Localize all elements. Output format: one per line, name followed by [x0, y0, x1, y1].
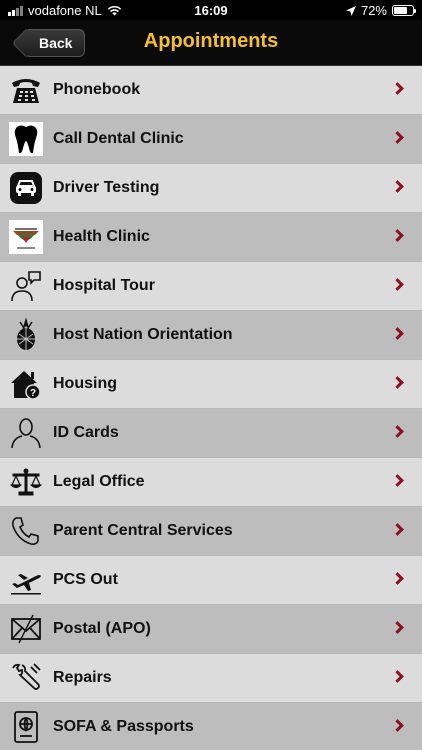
status-bar: vodafone NL 16:09 72%: [0, 0, 422, 20]
list-item-pcs-out[interactable]: PCS Out: [0, 556, 422, 605]
page-title: Appointments: [143, 30, 279, 52]
list-item-label: ID Cards: [53, 424, 119, 441]
scales-icon: [8, 464, 44, 500]
list-item-postal-apo[interactable]: Postal (APO): [0, 605, 422, 654]
chevron-right-icon: [391, 425, 404, 438]
list-item-label: Parent Central Services: [53, 522, 233, 539]
chevron-right-icon: [391, 278, 404, 291]
status-right: 72%: [345, 3, 416, 18]
chevron-right-icon: [391, 131, 404, 144]
car-icon: [8, 170, 44, 206]
chevron-right-icon: [391, 327, 404, 340]
phone-handset-icon: [8, 513, 44, 549]
person-outline-icon: [8, 415, 44, 451]
battery-fill: [394, 7, 407, 14]
location-arrow-icon: [345, 5, 356, 16]
tooth-icon: [8, 121, 44, 157]
list-item-id-cards[interactable]: ID Cards: [0, 409, 422, 458]
list-item-driver-testing[interactable]: Driver Testing: [0, 164, 422, 213]
chevron-right-icon: [391, 670, 404, 683]
chevron-right-icon: [391, 376, 404, 389]
list-item-housing[interactable]: ? Housing: [0, 360, 422, 409]
list-item-label: Phonebook: [53, 81, 141, 98]
list-item-call-dental-clinic[interactable]: Call Dental Clinic: [0, 115, 422, 164]
wrench-icon: [8, 660, 44, 696]
list-item-label: Housing: [53, 375, 117, 392]
list-item-phonebook[interactable]: Phonebook: [0, 66, 422, 115]
list-item-label: Repairs: [53, 669, 112, 686]
chevron-right-icon: [391, 719, 404, 732]
person-speech-icon: [8, 268, 44, 304]
list-item-host-nation-orientation[interactable]: Host Nation Orientation: [0, 311, 422, 360]
appointments-list: Phonebook Call Dental Clinic Driver Test…: [0, 66, 422, 750]
list-item-label: Legal Office: [53, 473, 145, 490]
chevron-right-icon: [391, 523, 404, 536]
passport-icon: [8, 709, 44, 745]
list-item-label: Postal (APO): [53, 620, 151, 637]
list-item-hospital-tour[interactable]: Hospital Tour: [0, 262, 422, 311]
chevron-right-icon: [391, 82, 404, 95]
chevron-right-icon: [391, 180, 404, 193]
list-item-health-clinic[interactable]: Health Clinic: [0, 213, 422, 262]
chevron-right-icon: [391, 229, 404, 242]
list-item-label: PCS Out: [53, 571, 118, 588]
navigation-bar: Back Appointments: [0, 20, 422, 66]
airplane-icon: [8, 562, 44, 598]
battery-icon: [392, 5, 416, 16]
list-item-label: Host Nation Orientation: [53, 326, 233, 343]
list-item-legal-office[interactable]: Legal Office: [0, 458, 422, 507]
envelope-icon: [8, 611, 44, 647]
svg-text:?: ?: [30, 388, 36, 399]
list-item-parent-central-services[interactable]: Parent Central Services: [0, 507, 422, 556]
telephone-icon: [8, 72, 44, 108]
list-item-label: SOFA & Passports: [53, 718, 194, 735]
chevron-right-icon: [391, 621, 404, 634]
list-item-sofa-passports[interactable]: SOFA & Passports: [0, 703, 422, 750]
list-item-label: Call Dental Clinic: [53, 130, 184, 147]
list-item-label: Hospital Tour: [53, 277, 155, 294]
list-item-repairs[interactable]: Repairs: [0, 654, 422, 703]
chevron-right-icon: [391, 572, 404, 585]
list-item-label: Driver Testing: [53, 179, 160, 196]
pineapple-icon: [8, 317, 44, 353]
house-question-icon: ?: [8, 366, 44, 402]
health-clinic-logo: [8, 219, 44, 255]
list-item-label: Health Clinic: [53, 228, 150, 245]
chevron-right-icon: [391, 474, 404, 487]
battery-percent: 72%: [360, 3, 387, 18]
